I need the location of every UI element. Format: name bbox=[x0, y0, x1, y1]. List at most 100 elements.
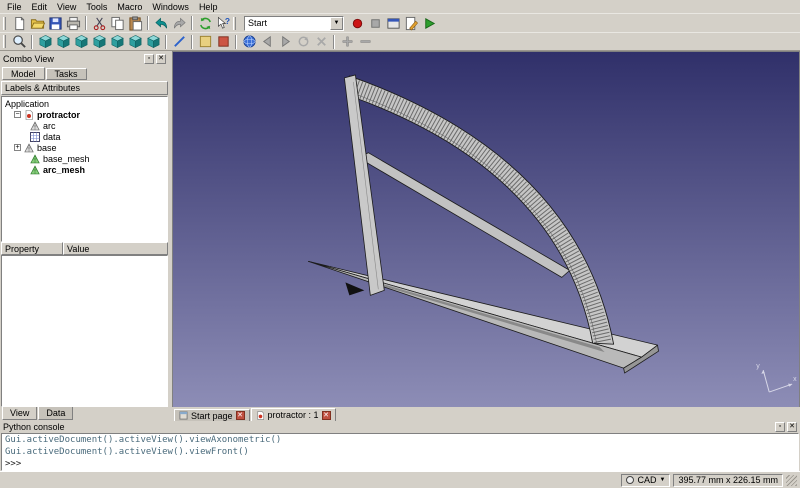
close-tab-icon[interactable]: ✕ bbox=[321, 410, 331, 420]
menu-tools[interactable]: Tools bbox=[81, 1, 112, 13]
property-column-header[interactable]: Property bbox=[1, 242, 63, 255]
console-line: Gui.activeDocument().activeView().viewFr… bbox=[5, 447, 249, 457]
close-tab-icon[interactable]: ✕ bbox=[235, 411, 245, 420]
measure-distance-button[interactable] bbox=[170, 33, 188, 50]
start-page-button[interactable] bbox=[196, 33, 214, 50]
collapse-expander-icon[interactable]: − bbox=[14, 111, 21, 118]
right-view-button[interactable] bbox=[90, 33, 108, 50]
tab-protractor-document[interactable]: protractor : 1 ✕ bbox=[250, 408, 336, 421]
resize-grip[interactable] bbox=[786, 474, 797, 486]
tree-item-data[interactable]: data bbox=[2, 131, 167, 142]
bottom-view-button[interactable] bbox=[126, 33, 144, 50]
tab-model[interactable]: Model bbox=[2, 67, 45, 80]
menu-file[interactable]: File bbox=[2, 1, 27, 13]
float-panel-button[interactable]: ▫ bbox=[775, 422, 785, 432]
globe-icon bbox=[242, 34, 257, 49]
menu-windows[interactable]: Windows bbox=[147, 1, 194, 13]
model-vertical-strut bbox=[344, 74, 385, 296]
menu-macro[interactable]: Macro bbox=[112, 1, 147, 13]
top-view-button[interactable] bbox=[72, 33, 90, 50]
stop-macro-button[interactable] bbox=[366, 15, 384, 32]
cut-button[interactable] bbox=[90, 15, 108, 32]
toolbar-drag-handle[interactable] bbox=[3, 16, 6, 30]
nav-forward-button[interactable] bbox=[276, 33, 294, 50]
web-browser-button[interactable] bbox=[240, 33, 258, 50]
toolbar-drag-handle[interactable] bbox=[233, 16, 236, 30]
clipboard-paste-icon bbox=[128, 16, 143, 31]
protractor-model-scene: x y bbox=[308, 74, 797, 393]
tab-data[interactable]: Data bbox=[38, 407, 74, 420]
printer-icon bbox=[66, 16, 81, 31]
workbench-selector[interactable]: Start ▼ bbox=[244, 15, 344, 31]
nav-back-button[interactable] bbox=[258, 33, 276, 50]
new-document-icon bbox=[12, 16, 27, 31]
texture-view-button[interactable] bbox=[214, 33, 232, 50]
navigation-style-selector[interactable]: CAD ▼ bbox=[621, 473, 671, 487]
menu-edit[interactable]: Edit bbox=[27, 1, 53, 13]
cube-rear-icon bbox=[110, 34, 125, 49]
arrow-left-icon bbox=[260, 34, 275, 49]
copy-button[interactable] bbox=[108, 15, 126, 32]
fit-all-button[interactable] bbox=[10, 33, 28, 50]
python-console-panel: Python console ▫ ✕ Gui.activeDocument().… bbox=[0, 421, 800, 471]
record-macro-button[interactable] bbox=[348, 15, 366, 32]
toolbar-separator bbox=[165, 34, 167, 49]
measure-line-icon bbox=[172, 34, 187, 49]
protractor-model[interactable] bbox=[308, 74, 659, 374]
menu-help[interactable]: Help bbox=[194, 1, 223, 13]
open-folder-icon bbox=[30, 16, 45, 31]
tab-view[interactable]: View bbox=[2, 407, 38, 420]
paste-button[interactable] bbox=[126, 15, 144, 32]
mesh-green-icon bbox=[30, 154, 40, 164]
tree-item-protractor[interactable]: − protractor bbox=[2, 109, 167, 120]
tab-tasks[interactable]: Tasks bbox=[45, 68, 87, 80]
expand-expander-icon[interactable]: + bbox=[14, 144, 21, 151]
execute-macro-button[interactable] bbox=[420, 15, 438, 32]
floppy-save-icon bbox=[48, 16, 63, 31]
float-panel-button[interactable]: ▫ bbox=[144, 53, 154, 64]
tree-item-base-mesh[interactable]: base_mesh bbox=[2, 153, 167, 164]
edit-macro-button[interactable] bbox=[402, 15, 420, 32]
start-page-icon bbox=[179, 411, 188, 420]
close-panel-button[interactable]: ✕ bbox=[156, 53, 166, 64]
red-card-icon bbox=[216, 34, 231, 49]
toolbar-separator bbox=[191, 34, 193, 49]
3d-viewport[interactable]: x y bbox=[172, 51, 800, 407]
toolbar-separator bbox=[191, 16, 193, 30]
front-view-button[interactable] bbox=[54, 33, 72, 50]
combo-view-titlebar: Combo View ▫ ✕ bbox=[1, 52, 168, 65]
tree-item-application[interactable]: Application bbox=[2, 98, 167, 109]
new-document-button[interactable] bbox=[10, 15, 28, 32]
console-prompt[interactable]: >>> bbox=[5, 458, 795, 470]
tree-column-header[interactable]: Labels & Attributes bbox=[1, 81, 168, 95]
save-document-button[interactable] bbox=[46, 15, 64, 32]
play-triangle-icon bbox=[422, 16, 437, 31]
print-button[interactable] bbox=[64, 15, 82, 32]
redo-button[interactable] bbox=[170, 15, 188, 32]
toolbar-drag-handle[interactable] bbox=[3, 35, 6, 48]
nav-refresh-button[interactable] bbox=[294, 33, 312, 50]
axonometric-view-button[interactable] bbox=[36, 33, 54, 50]
left-view-button[interactable] bbox=[144, 33, 162, 50]
close-panel-button[interactable]: ✕ bbox=[787, 422, 797, 432]
undo-button[interactable] bbox=[152, 15, 170, 32]
refresh-button[interactable] bbox=[196, 15, 214, 32]
property-table-body[interactable] bbox=[1, 255, 168, 407]
open-document-button[interactable] bbox=[28, 15, 46, 32]
macro-dialog-button[interactable] bbox=[384, 15, 402, 32]
property-view-tabs: View Data bbox=[1, 407, 168, 421]
whats-this-button[interactable] bbox=[214, 15, 232, 32]
tree-item-arc-mesh[interactable]: arc_mesh bbox=[2, 164, 167, 175]
tree-item-arc[interactable]: arc bbox=[2, 120, 167, 131]
svg-text:y: y bbox=[756, 363, 760, 370]
tab-start-page[interactable]: Start page ✕ bbox=[174, 409, 250, 421]
rear-view-button[interactable] bbox=[108, 33, 126, 50]
zoom-out-button[interactable] bbox=[356, 33, 374, 50]
nav-stop-button[interactable] bbox=[312, 33, 330, 50]
zoom-in-button[interactable] bbox=[338, 33, 356, 50]
freecad-document-icon bbox=[24, 110, 34, 120]
tree-item-base[interactable]: + base bbox=[2, 142, 167, 153]
menu-view[interactable]: View bbox=[52, 1, 81, 13]
value-column-header[interactable]: Value bbox=[63, 242, 168, 255]
python-console-output[interactable]: Gui.activeDocument().activeView().viewAx… bbox=[1, 433, 799, 471]
